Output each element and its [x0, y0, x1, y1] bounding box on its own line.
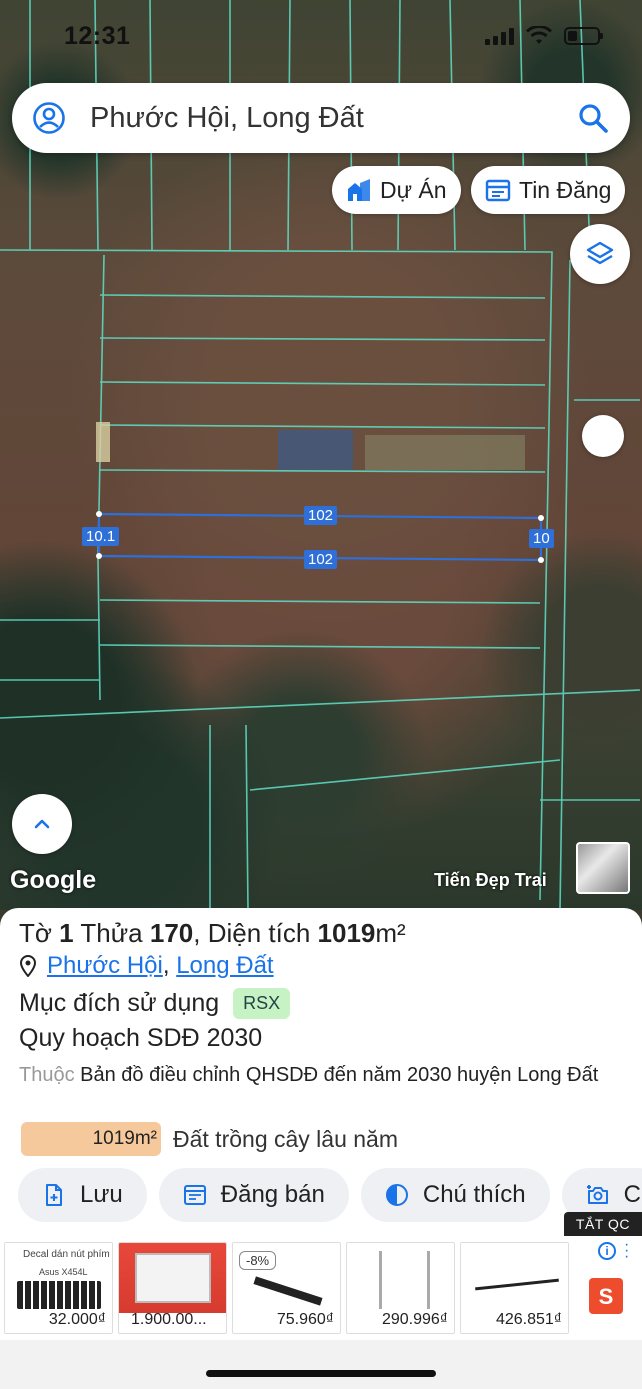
ad-item-price: 290.996₫: [381, 1311, 448, 1328]
contrast-icon: [385, 1184, 408, 1206]
ad-item-price: 1.900.00...: [131, 1311, 207, 1328]
sheet-number: 1: [59, 918, 74, 948]
ad-more-icon[interactable]: · · ·: [624, 1237, 629, 1265]
ad-item[interactable]: 290.996₫: [346, 1242, 455, 1334]
measure-top: 102: [304, 506, 338, 525]
area-label: , Diện tích: [193, 918, 311, 948]
ad-banner[interactable]: Decal dán nút phím Asus X454L 32.000₫ 1.…: [0, 1236, 642, 1340]
lot-number: 170: [149, 918, 194, 948]
purpose-label: Mục đích sử dụng: [19, 989, 220, 1017]
save-label: Lưu: [80, 1181, 123, 1208]
chevron-up-icon: [34, 819, 50, 829]
cellular-signal-icon: [485, 27, 514, 45]
expand-button[interactable]: [12, 794, 72, 854]
capture-label: C: [623, 1181, 641, 1208]
area-unit: m²: [375, 918, 406, 948]
parcel-title: Tờ 1 Thửa 170, Diện tích 1019m²: [19, 918, 406, 949]
land-use-row: 1019m² Đất trồng cây lâu năm: [21, 1122, 398, 1156]
laptop-image: [135, 1253, 211, 1303]
search-icon[interactable]: [576, 101, 610, 135]
save-button[interactable]: Lưu: [18, 1168, 147, 1222]
action-row: Lưu Đăng bán Chú thích C: [18, 1168, 642, 1222]
ad-info-icon[interactable]: i: [598, 1242, 616, 1260]
plan-source: Thuộc Bản đồ điều chỉnh QHSDĐ đến năm 20…: [19, 1060, 619, 1090]
shopee-logo-icon[interactable]: S: [589, 1278, 623, 1314]
layers-button[interactable]: [570, 224, 630, 284]
area-value: 1019: [317, 918, 376, 948]
hide-ads-button[interactable]: TẮT QC: [563, 1212, 642, 1236]
legend-button[interactable]: Chú thích: [360, 1168, 550, 1222]
project-chip[interactable]: Dự Án: [332, 166, 461, 214]
keyboard-image: [17, 1281, 101, 1309]
wifi-icon: [526, 26, 552, 44]
ad-item-title: Decal dán nút phím: [23, 1249, 110, 1260]
ad-item[interactable]: 426.851₫: [460, 1242, 569, 1334]
discount-badge: -8%: [239, 1251, 277, 1270]
calendar-list-icon: [183, 1185, 206, 1205]
legend-label: Chú thích: [422, 1181, 526, 1208]
sheet-label: Tờ: [19, 918, 52, 948]
project-chip-label: Dự Án: [380, 176, 447, 203]
ad-item[interactable]: Decal dán nút phím Asus X454L 32.000₫: [4, 1242, 113, 1334]
plan-title: Quy hoạch SDĐ 2030: [19, 1024, 263, 1052]
calendar-list-icon: [485, 179, 511, 202]
post-sale-label: Đăng bán: [220, 1181, 325, 1208]
measure-right: 10: [529, 529, 554, 548]
search-bar[interactable]: Phước Hội, Long Đất: [12, 83, 630, 153]
hinge-image: [427, 1251, 430, 1309]
battery-icon: [564, 27, 603, 45]
measure-bottom: 102: [304, 550, 338, 569]
land-purpose: Mục đích sử dụng RSX: [19, 988, 291, 1019]
map-view[interactable]: 102 102 10.1 10 12:31 Phước Hội, Long Đấ…: [0, 0, 642, 910]
camera-add-icon: [586, 1185, 608, 1204]
search-query[interactable]: Phước Hội, Long Đất: [90, 102, 576, 135]
parcel-info-sheet: Tờ 1 Thửa 170, Diện tích 1019m² Phước Hộ…: [0, 908, 642, 1238]
lot-label: Thửa: [80, 918, 143, 948]
land-use-area-bar: 1019m²: [21, 1122, 161, 1156]
file-add-icon: [46, 1184, 62, 1206]
contributor-name: Tiến Đẹp Trai: [434, 870, 547, 890]
contributor-avatar[interactable]: [576, 842, 630, 894]
belongs-prefix: Thuộc: [19, 1064, 75, 1086]
belongs-text: Bản đồ điều chỉnh QHSDĐ đến năm 2030 huy…: [80, 1064, 599, 1086]
district-link[interactable]: Long Đất: [176, 952, 273, 979]
status-time: 12:31: [64, 22, 131, 50]
location-pin-icon: [19, 955, 37, 977]
building-icon: [348, 179, 370, 201]
purpose-badge: RSX: [233, 988, 291, 1019]
google-logo: Google: [10, 866, 97, 894]
account-icon[interactable]: [32, 101, 66, 135]
land-use-description: Đất trồng cây lâu năm: [173, 1125, 399, 1152]
cable-image: [253, 1276, 323, 1306]
ad-item-price: 426.851₫: [495, 1311, 562, 1328]
ad-item-price: 32.000₫: [48, 1311, 106, 1328]
ad-item-subtitle: Asus X454L: [39, 1267, 88, 1277]
home-indicator[interactable]: [206, 1370, 436, 1377]
post-sale-button[interactable]: Đăng bán: [158, 1168, 349, 1222]
map-control-dot[interactable]: [582, 415, 624, 457]
layers-icon: [586, 241, 614, 265]
listing-chip-label: Tin Đăng: [519, 176, 612, 203]
home-bar-area: [0, 1340, 642, 1389]
ward-link[interactable]: Phước Hội: [47, 952, 163, 979]
ad-item-price: 75.960₫: [276, 1311, 334, 1328]
flex-cable-image: [475, 1278, 559, 1291]
status-bar: 12:31: [0, 0, 642, 74]
measure-left: 10.1: [82, 527, 120, 546]
listing-chip[interactable]: Tin Đăng: [471, 166, 626, 214]
hinge-image: [379, 1251, 382, 1309]
ad-item[interactable]: -8% 75.960₫: [232, 1242, 341, 1334]
location-row: Phước Hội, Long Đất: [19, 952, 274, 980]
ad-item[interactable]: 1.900.00...: [118, 1242, 227, 1334]
